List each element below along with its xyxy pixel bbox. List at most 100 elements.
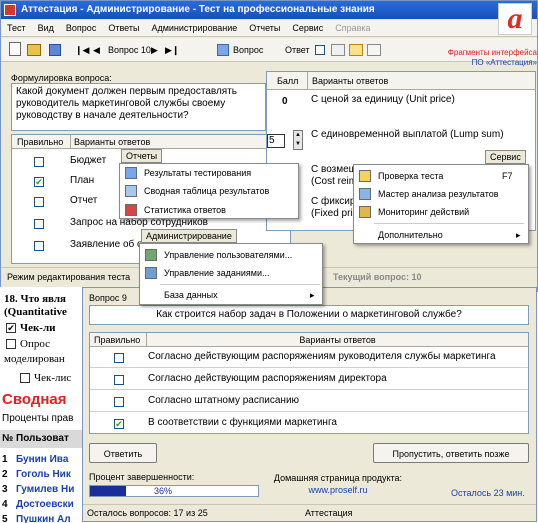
menu-item-label: Управление пользователями... xyxy=(164,250,293,260)
report-row-no: 2 xyxy=(2,469,8,480)
menu-help[interactable]: Справка xyxy=(329,20,376,37)
score-spinner[interactable]: ▲ ▼ xyxy=(293,130,303,150)
dialog-answers-grid: Правильно Варианты ответов Согласно дейс… xyxy=(89,332,529,434)
dialog-answer-3[interactable]: Согласно штатному расписанию xyxy=(148,395,299,407)
text-icon[interactable] xyxy=(367,44,381,56)
open-folder-icon[interactable] xyxy=(27,44,41,56)
dialog-answer-checkbox-3[interactable] xyxy=(114,397,124,407)
report-title: Сводная xyxy=(2,391,67,408)
answer-submit-button[interactable]: Ответить xyxy=(89,443,157,463)
report-row-name: Гоголь Ник xyxy=(16,469,71,480)
dialog-answer-2[interactable]: Согласно действующим распоряжениям дирек… xyxy=(148,373,387,385)
dialog-answer-checkbox-1[interactable] xyxy=(114,353,124,363)
answer-checkbox-4[interactable] xyxy=(34,219,44,229)
answer-text-2[interactable]: План xyxy=(70,175,94,187)
report-item-2: Опрос xyxy=(20,338,50,350)
dialog-col-correct: Правильно xyxy=(94,335,141,345)
col-score: Балл xyxy=(277,76,299,86)
answer-checkbox-2[interactable]: ✔ xyxy=(34,177,44,187)
fragments-caption: Фрагменты интерфейса ПО «Аттестация» xyxy=(433,48,537,68)
time-remaining: Осталось 23 мин. xyxy=(451,488,525,498)
reports-menu-title[interactable]: Отчеты xyxy=(121,149,163,163)
test-dialog: Вопрос 9 Как строится набор задач в Поло… xyxy=(82,287,537,522)
menu-separator xyxy=(160,284,320,285)
dialog-answer-checkbox-2[interactable] xyxy=(114,375,124,385)
menu-item-monitoring[interactable]: Мониторинг действий xyxy=(354,203,469,221)
score-input[interactable]: 5 xyxy=(267,134,285,148)
answer-checkbox-1[interactable] xyxy=(34,157,44,167)
next-question-icon[interactable]: ▶ xyxy=(151,42,158,58)
report-table-header: № Пользоват xyxy=(0,430,82,448)
menu-item-manage-users[interactable]: Управление пользователями... xyxy=(140,246,292,264)
last-question-icon[interactable]: ▶❙ xyxy=(165,42,179,58)
first-question-icon[interactable]: ❙◀ xyxy=(75,42,89,58)
highlight-icon[interactable] xyxy=(349,44,363,56)
new-file-icon[interactable] xyxy=(9,42,21,56)
answers-grid-header: Правильно Варианты ответов xyxy=(12,135,290,149)
score-1[interactable]: 0 xyxy=(282,96,288,108)
save-icon[interactable] xyxy=(49,44,61,56)
admin-menu-title[interactable]: Администрирование xyxy=(141,229,237,243)
answer-text-1[interactable]: Бюджет xyxy=(70,155,106,167)
menu-admin[interactable]: Администрирование xyxy=(145,20,243,37)
dialog-answer-checkbox-4[interactable]: ✔ xyxy=(114,419,124,429)
answer-checkbox-3[interactable] xyxy=(34,197,44,207)
report-row-name: Гумилев Ни xyxy=(16,484,75,495)
menu-test[interactable]: Тест xyxy=(1,20,32,37)
menu-item-summary-table[interactable]: Сводная таблица результатов xyxy=(120,182,269,200)
report-row-numbers: 1 2 3 4 5 xyxy=(2,452,8,523)
prev-question-icon[interactable]: ◀ xyxy=(93,42,100,58)
menu-item-test-results[interactable]: Результаты тестирования xyxy=(120,164,251,182)
wizard-icon xyxy=(359,188,371,200)
menu-reports[interactable]: Отчеты xyxy=(243,20,286,37)
menu-item-additional[interactable]: Дополнительно ▸ xyxy=(354,226,528,244)
menu-separator xyxy=(374,223,524,224)
menu-view[interactable]: Вид xyxy=(32,20,60,37)
col-variants-right: Варианты ответов xyxy=(307,72,388,90)
fragments-line1: Фрагменты интерфейса xyxy=(447,48,537,57)
answer-text-3[interactable]: Отчет xyxy=(70,195,97,207)
scored-answer-2[interactable]: С единовременной выплатой (Lump sum) xyxy=(311,129,531,141)
col-variants: Варианты ответов xyxy=(70,135,150,149)
dialog-answer-1[interactable]: Согласно действующим распоряжениям руков… xyxy=(148,351,496,363)
report-question-heading-2: (Quantitative xyxy=(4,306,67,318)
report-question-heading: 18. Что явля xyxy=(4,293,66,305)
main-window: Аттестация - Администрирование - Тест на… xyxy=(0,0,538,305)
menu-item-check-test[interactable]: Проверка теста F7 xyxy=(354,167,528,185)
scored-answer-1[interactable]: С ценой за единицу (Unit price) xyxy=(311,94,531,106)
status-mode: Режим редактирования теста xyxy=(7,272,131,282)
menu-bar: Тест Вид Вопрос Ответы Администрирование Отче… xyxy=(1,20,537,37)
menu-item-database[interactable]: База данных ▸ xyxy=(140,286,322,304)
app-icon xyxy=(4,4,16,16)
question-text-field[interactable]: Какой документ должен первым предоставля… xyxy=(11,83,266,131)
answer-checkbox-icon[interactable] xyxy=(315,45,325,55)
answer-checkbox-5[interactable] xyxy=(34,241,44,251)
progress-label: Процент завершенности: xyxy=(89,472,195,482)
report-col-no: № xyxy=(2,433,14,444)
question-button[interactable]: Вопрос xyxy=(233,42,263,58)
users-icon xyxy=(145,249,157,261)
report-item-3: моделирован xyxy=(4,353,65,365)
report-row-no: 4 xyxy=(2,499,8,510)
table-icon[interactable] xyxy=(331,44,345,56)
home-page-link[interactable]: www.proself.ru xyxy=(263,485,413,495)
menu-question[interactable]: Вопрос xyxy=(60,20,102,37)
question-icon xyxy=(217,44,229,56)
dialog-answer-4[interactable]: В соответствии с функциями маркетинга xyxy=(148,417,337,429)
tasks-icon xyxy=(145,267,157,279)
menu-service[interactable]: Сервис xyxy=(286,20,329,37)
row-divider xyxy=(90,411,528,412)
app-name: Аттестация xyxy=(305,508,353,518)
menu-item-manage-tasks[interactable]: Управление заданиями... xyxy=(140,264,270,282)
menu-answers[interactable]: Ответы xyxy=(102,20,145,37)
admin-menu: Управление пользователями... Управление … xyxy=(139,243,323,305)
menu-item-analysis-wizard[interactable]: Мастер анализа результатов xyxy=(354,185,499,203)
shortcut-label: F7 xyxy=(502,171,513,181)
answer-button[interactable]: Ответ xyxy=(285,42,310,58)
brand-logo: a xyxy=(498,3,532,35)
report-checkbox-1: ✔ xyxy=(6,323,16,333)
skip-question-button[interactable]: Пропустить, ответить позже xyxy=(373,443,529,463)
dialog-grid-header: Правильно Варианты ответов xyxy=(90,333,528,347)
menu-item-answer-stats[interactable]: Статистика ответов xyxy=(120,201,226,219)
service-menu-title[interactable]: Сервис xyxy=(485,150,526,164)
